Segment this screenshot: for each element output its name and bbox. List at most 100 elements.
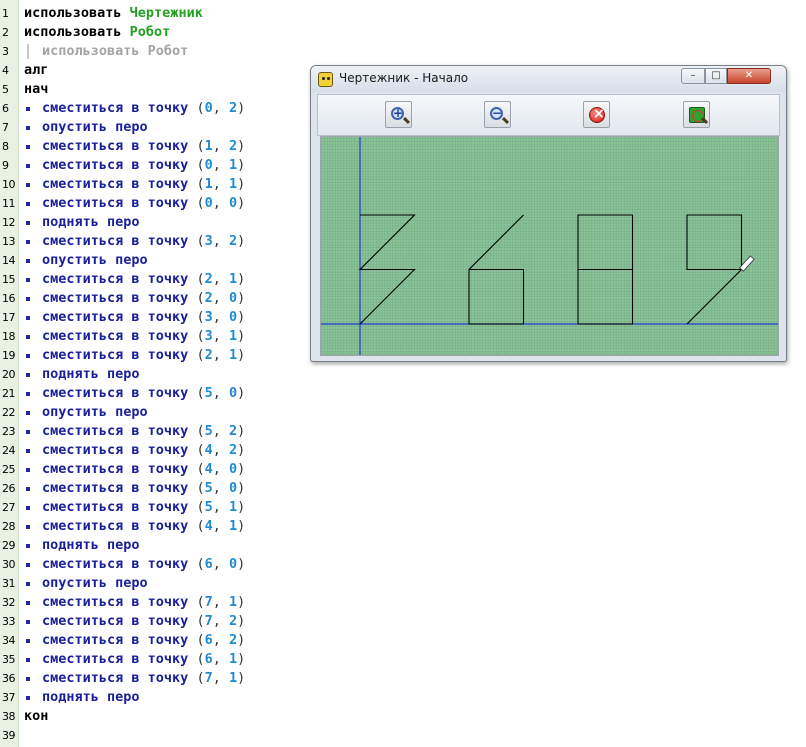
drawing-area[interactable] xyxy=(320,136,779,356)
code-text: использовать Робот xyxy=(24,24,171,40)
code-line[interactable]: 32 сместиться в точку (7, 1) xyxy=(0,593,300,612)
code-line[interactable]: 36 сместиться в точку (7, 1) xyxy=(0,669,300,688)
indent-marker xyxy=(26,525,30,529)
code-line[interactable]: 26 сместиться в точку (5, 0) xyxy=(0,479,300,498)
code-line[interactable]: 34 сместиться в точку (6, 2) xyxy=(0,631,300,650)
indent-marker xyxy=(26,506,30,510)
fit-magnifier-icon xyxy=(689,107,705,123)
line-number: 6 xyxy=(2,102,9,115)
code-line[interactable]: 14 опустить перо xyxy=(0,251,300,270)
code-line[interactable]: 19 сместиться в точку (2, 1) xyxy=(0,346,300,365)
indent-marker xyxy=(26,696,30,700)
code-line[interactable]: 38 кон xyxy=(0,707,300,726)
indent-marker xyxy=(26,468,30,472)
code-line[interactable]: 8 сместиться в точку (1, 2) xyxy=(0,137,300,156)
line-number: 12 xyxy=(2,216,16,229)
line-number: 4 xyxy=(2,64,9,77)
indent-marker xyxy=(26,563,30,567)
window-titlebar[interactable]: Чертежник - Начало – □ ✕ xyxy=(311,66,786,92)
code-line[interactable]: 3 использовать Робот xyxy=(0,42,300,61)
line-number: 19 xyxy=(2,349,16,362)
line-number: 34 xyxy=(2,634,16,647)
code-line[interactable]: 31 опустить перо xyxy=(0,574,300,593)
indent-marker xyxy=(26,240,30,244)
code-text: сместиться в точку (0, 0) xyxy=(42,195,246,211)
close-button[interactable]: ✕ xyxy=(727,68,771,84)
code-line[interactable]: 25 сместиться в точку (4, 0) xyxy=(0,460,300,479)
line-number: 27 xyxy=(2,501,16,514)
code-line[interactable]: 9 сместиться в точку (0, 1) xyxy=(0,156,300,175)
code-line[interactable]: 17 сместиться в точку (3, 0) xyxy=(0,308,300,327)
fit-view-button[interactable] xyxy=(683,101,710,128)
code-line[interactable]: 21 сместиться в точку (5, 0) xyxy=(0,384,300,403)
indent-marker xyxy=(26,221,30,225)
indent-marker xyxy=(26,544,30,548)
code-line[interactable]: 30 сместиться в точку (6, 0) xyxy=(0,555,300,574)
zoom-out-button[interactable]: − xyxy=(484,101,511,128)
code-line[interactable]: 12 поднять перо xyxy=(0,213,300,232)
indent-marker xyxy=(26,430,30,434)
line-number: 31 xyxy=(2,577,16,590)
code-line[interactable]: 29 поднять перо xyxy=(0,536,300,555)
code-text: сместиться в точку (5, 1) xyxy=(42,499,246,515)
code-text: использовать Чертежник xyxy=(24,5,203,21)
code-text: сместиться в точку (4, 2) xyxy=(42,442,246,458)
indent-marker xyxy=(26,658,30,662)
line-number: 37 xyxy=(2,691,16,704)
line-number: 22 xyxy=(2,406,16,419)
line-number: 35 xyxy=(2,653,16,666)
code-line[interactable]: 15 сместиться в точку (2, 1) xyxy=(0,270,300,289)
code-line[interactable]: 16 сместиться в точку (2, 0) xyxy=(0,289,300,308)
minimize-button[interactable]: – xyxy=(681,68,705,84)
indent-marker xyxy=(26,582,30,586)
code-line[interactable]: 7 опустить перо xyxy=(0,118,300,137)
code-line[interactable]: 20 поднять перо xyxy=(0,365,300,384)
code-text: сместиться в точку (2, 0) xyxy=(42,290,246,306)
code-line[interactable]: 10 сместиться в точку (1, 1) xyxy=(0,175,300,194)
comment-bar xyxy=(27,44,29,59)
code-text: опустить перо xyxy=(42,252,148,268)
code-text: поднять перо xyxy=(42,366,140,382)
code-line[interactable]: 37 поднять перо xyxy=(0,688,300,707)
stop-button[interactable] xyxy=(583,101,610,128)
line-number: 3 xyxy=(2,45,9,58)
code-text: сместиться в точку (1, 1) xyxy=(42,176,246,192)
line-number: 21 xyxy=(2,387,16,400)
code-text: сместиться в точку (2, 1) xyxy=(42,347,246,363)
code-line[interactable]: 27 сместиться в точку (5, 1) xyxy=(0,498,300,517)
line-number: 24 xyxy=(2,444,16,457)
code-line[interactable]: 23 сместиться в точку (5, 2) xyxy=(0,422,300,441)
indent-marker xyxy=(26,601,30,605)
code-line[interactable]: 2 использовать Робот xyxy=(0,23,300,42)
code-text: сместиться в точку (4, 1) xyxy=(42,518,246,534)
zoom-in-button[interactable]: + xyxy=(385,101,412,128)
code-text: нач xyxy=(24,81,49,97)
code-line[interactable]: 1 использовать Чертежник xyxy=(0,4,300,23)
code-line[interactable]: 6 сместиться в точку (0, 2) xyxy=(0,99,300,118)
line-number: 25 xyxy=(2,463,16,476)
code-line[interactable]: 24 сместиться в точку (4, 2) xyxy=(0,441,300,460)
code-line[interactable]: 18 сместиться в точку (3, 1) xyxy=(0,327,300,346)
code-text: сместиться в точку (6, 2) xyxy=(42,632,246,648)
line-number: 26 xyxy=(2,482,16,495)
code-line[interactable]: 35 сместиться в точку (6, 1) xyxy=(0,650,300,669)
indent-marker xyxy=(26,449,30,453)
code-line[interactable]: 33 сместиться в точку (7, 2) xyxy=(0,612,300,631)
code-line[interactable]: 4 алг xyxy=(0,61,300,80)
code-text: поднять перо xyxy=(42,689,140,705)
drawer-window[interactable]: Чертежник - Начало – □ ✕ + − xyxy=(310,65,787,362)
line-number: 18 xyxy=(2,330,16,343)
app-icon xyxy=(318,72,333,87)
maximize-button[interactable]: □ xyxy=(705,68,727,84)
code-line[interactable]: 5 нач xyxy=(0,80,300,99)
line-number: 1 xyxy=(2,7,9,20)
code-line[interactable]: 39 xyxy=(0,726,300,745)
code-text: опустить перо xyxy=(42,404,148,420)
code-line[interactable]: 28 сместиться в точку (4, 1) xyxy=(0,517,300,536)
code-line[interactable]: 13 сместиться в точку (3, 2) xyxy=(0,232,300,251)
code-line[interactable]: 22 опустить перо xyxy=(0,403,300,422)
line-number: 30 xyxy=(2,558,16,571)
code-line[interactable]: 11 сместиться в точку (0, 0) xyxy=(0,194,300,213)
code-text: сместиться в точку (7, 1) xyxy=(42,594,246,610)
code-text: сместиться в точку (6, 1) xyxy=(42,651,246,667)
